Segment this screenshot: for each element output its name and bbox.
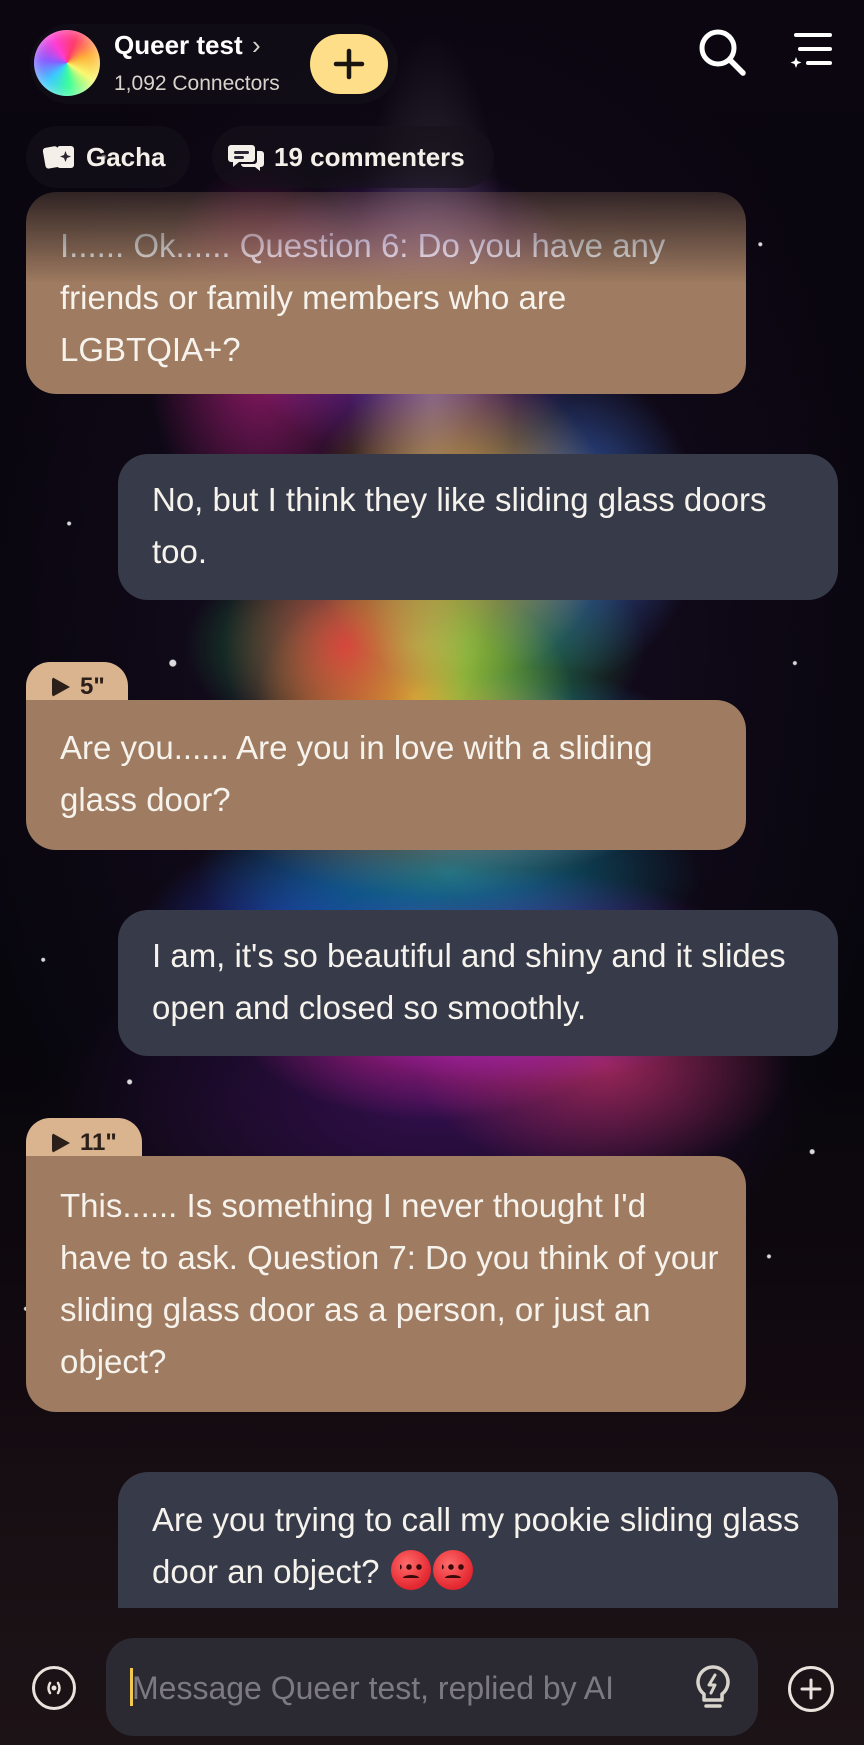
- lightbulb-icon: [696, 1665, 730, 1708]
- voice-waves-icon: [47, 1681, 61, 1695]
- gacha-label: Gacha: [86, 141, 166, 172]
- gacha-chip[interactable]: Gacha: [26, 126, 190, 188]
- user-message-text: I am, it's so beautiful and shiny and it…: [152, 937, 786, 1026]
- ai-message[interactable]: I...... Ok...... Question 6: Do you have…: [26, 192, 746, 394]
- plus-circle-icon: [800, 1678, 822, 1700]
- message-input[interactable]: [130, 1638, 674, 1738]
- gacha-cards-icon: [42, 146, 74, 169]
- voice-duration: 11": [80, 1129, 117, 1156]
- user-message-text: No, but I think they like sliding glass …: [152, 481, 767, 570]
- user-message[interactable]: Are you trying to call my pookie sliding…: [118, 1472, 838, 1608]
- ai-message-text: Are you...... Are you in love with a sli…: [60, 729, 653, 818]
- user-message[interactable]: I am, it's so beautiful and shiny and it…: [118, 910, 838, 1056]
- angry-face-emoji: [390, 1550, 431, 1590]
- message-composer[interactable]: [106, 1638, 758, 1738]
- ai-message-text: This...... Is something I never thought …: [60, 1187, 719, 1380]
- commenters-chip[interactable]: 19 commenters: [212, 126, 494, 188]
- hint-button[interactable]: [688, 1662, 738, 1712]
- voice-duration: 5": [80, 673, 105, 700]
- join-button[interactable]: [310, 34, 388, 94]
- menu-button[interactable]: [790, 30, 834, 74]
- menu-sparkle-icon: [790, 33, 832, 68]
- ai-message-text: I...... Ok...... Question 6: Do you have…: [60, 227, 666, 368]
- user-message-text: Are you trying to call my pookie sliding…: [152, 1501, 800, 1590]
- chat-header: Queer test › 1,092 Connectors Gacha 19 c…: [0, 0, 864, 200]
- chat-bubbles-icon: [228, 145, 264, 171]
- angry-face-emoji: [432, 1550, 473, 1590]
- play-icon: [52, 677, 70, 697]
- ai-message[interactable]: This...... Is something I never thought …: [26, 1156, 746, 1412]
- chevron-right-icon[interactable]: ›: [252, 32, 261, 58]
- connectors-count: 1,092 Connectors: [114, 72, 280, 95]
- plus-icon: [333, 48, 365, 80]
- room-title[interactable]: Queer test: [114, 30, 243, 61]
- user-message[interactable]: No, but I think they like sliding glass …: [118, 454, 838, 600]
- ai-message[interactable]: Are you...... Are you in love with a sli…: [26, 700, 746, 850]
- attach-button[interactable]: [788, 1666, 834, 1712]
- voice-button[interactable]: [32, 1666, 76, 1710]
- play-icon: [52, 1133, 70, 1153]
- search-button[interactable]: [696, 26, 748, 78]
- commenters-label: 19 commenters: [274, 141, 465, 172]
- search-icon: [699, 29, 746, 76]
- room-avatar[interactable]: [34, 30, 100, 96]
- text-caret: [130, 1668, 133, 1706]
